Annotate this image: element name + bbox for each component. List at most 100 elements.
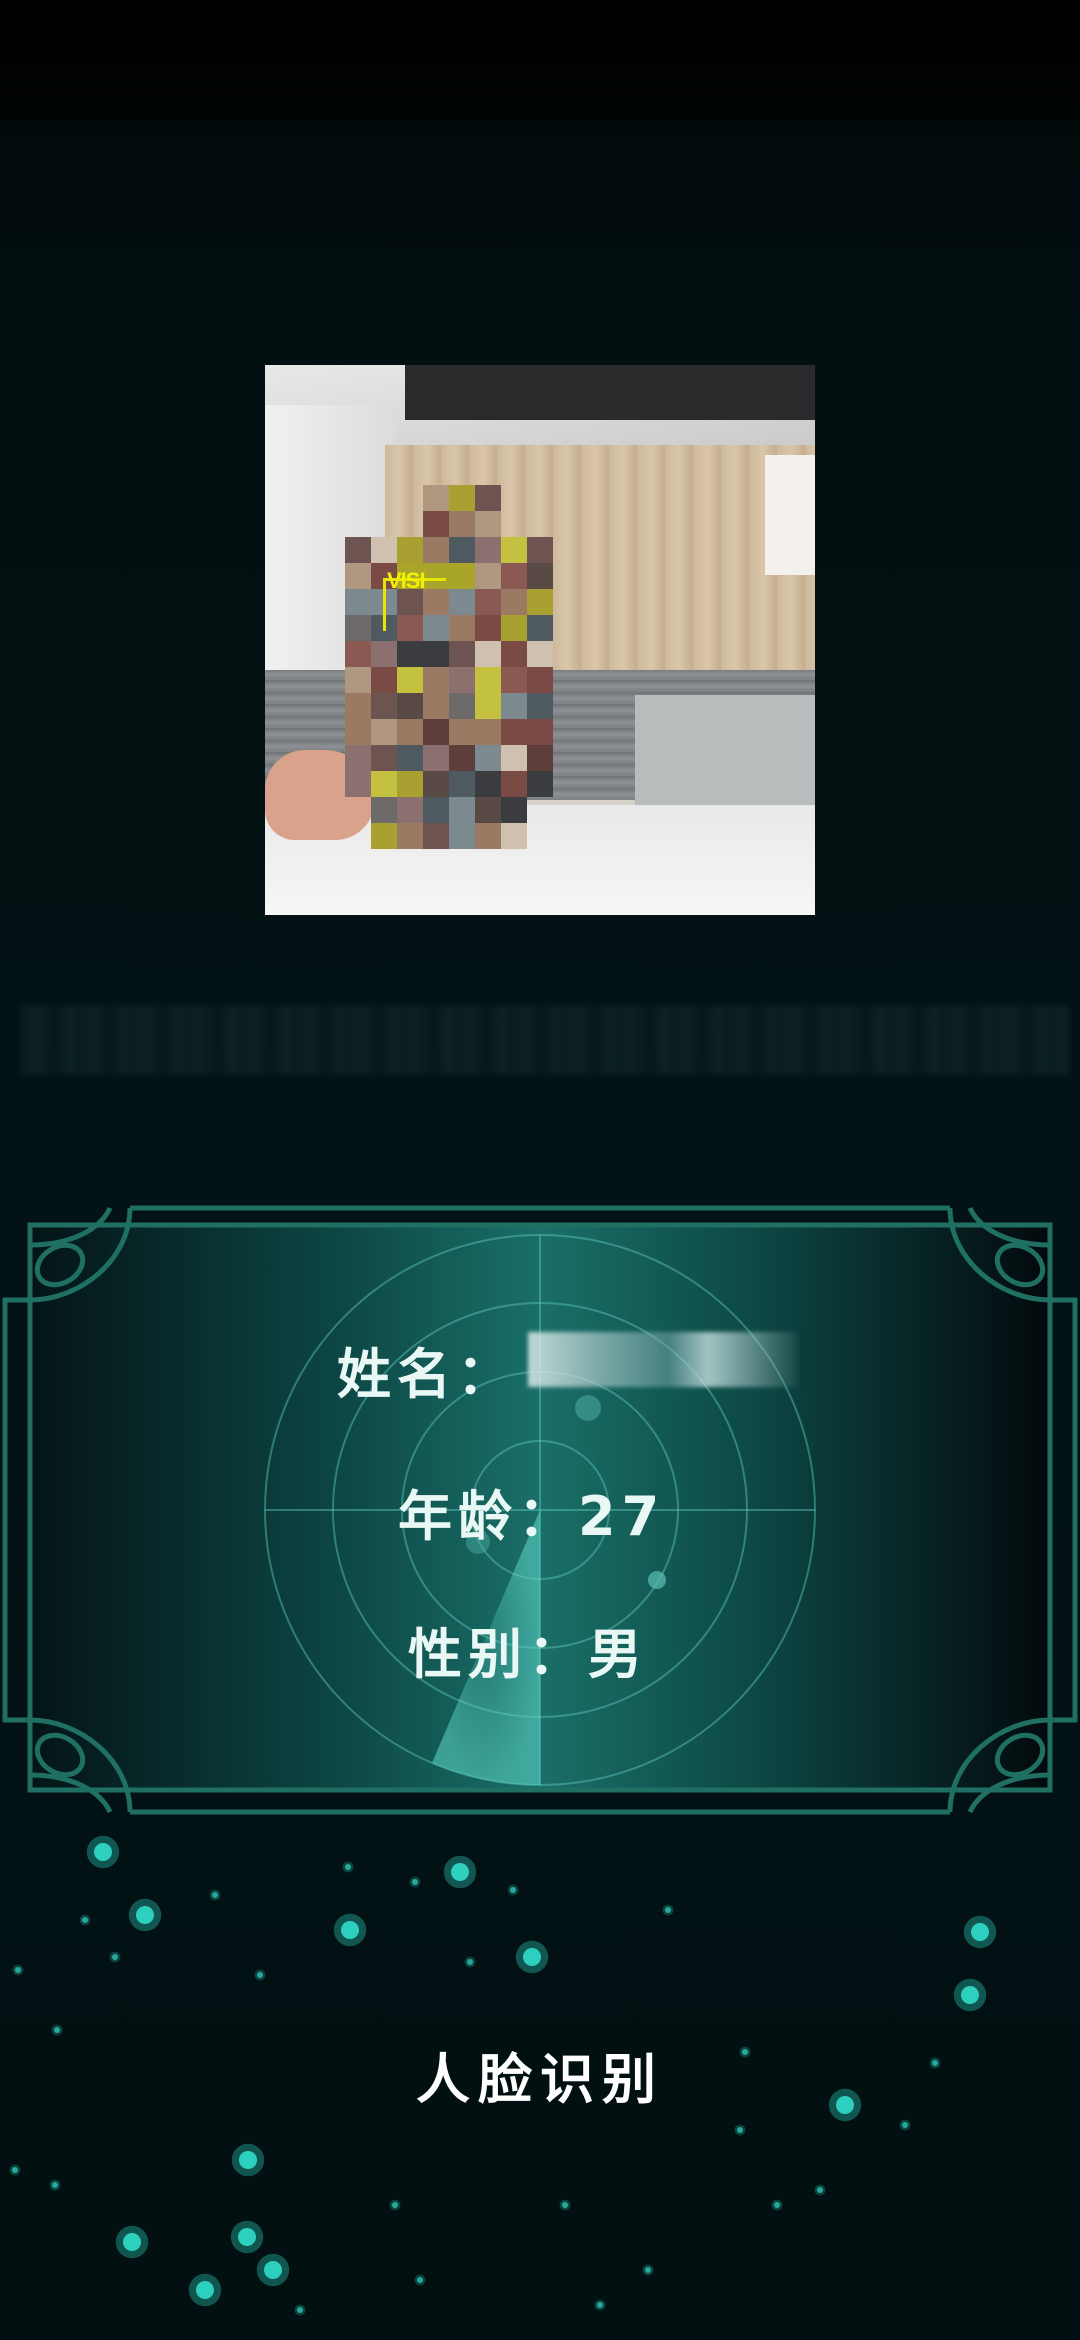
mosaic-tile	[501, 719, 527, 745]
age-label: 年龄：	[398, 1485, 578, 1548]
mosaic-tile	[371, 719, 397, 745]
sparkle-icon	[464, 1956, 476, 1968]
mosaic-tile	[345, 719, 371, 745]
redacted-text-strip	[20, 1005, 1070, 1075]
mosaic-tile	[345, 667, 371, 693]
mosaic-tile	[345, 563, 371, 589]
camera-preview: VISI	[265, 365, 815, 915]
mosaic-tile	[475, 719, 501, 745]
mosaic-tile	[423, 745, 449, 771]
gender-row: 性别：男	[408, 1610, 648, 1689]
sparkle-icon	[662, 1904, 674, 1916]
mosaic-tile	[345, 693, 371, 719]
camera-ceiling-shadow	[405, 365, 815, 420]
sparkle-icon	[209, 1889, 221, 1901]
mosaic-tile	[527, 615, 553, 641]
mosaic-tile	[527, 641, 553, 667]
sparkle-icon	[256, 2253, 290, 2287]
mosaic-tile	[423, 537, 449, 563]
mosaic-tile	[449, 745, 475, 771]
mosaic-tile	[371, 745, 397, 771]
mosaic-tile	[397, 771, 423, 797]
mosaic-tile	[527, 589, 553, 615]
mosaic-tile	[345, 537, 371, 563]
page-title: 人脸识别	[416, 2048, 664, 2111]
sparkle-icon	[389, 2199, 401, 2211]
face-recognition-screen: VISI 姓名： 年龄：27 性别：男 人脸识别	[0, 0, 1080, 2340]
mosaic-tile	[475, 797, 501, 823]
sparkle-icon	[515, 1940, 549, 1974]
mosaic-tile	[475, 485, 501, 511]
mosaic-tile	[475, 511, 501, 537]
mosaic-tile	[397, 823, 423, 849]
sparkle-icon	[79, 1914, 91, 1926]
mosaic-tile	[345, 641, 371, 667]
sparkle-icon	[333, 1913, 367, 1947]
mosaic-tile	[475, 823, 501, 849]
name-label: 姓名：	[337, 1343, 517, 1406]
sparkle-icon	[734, 2124, 746, 2136]
gender-value: 男	[588, 1623, 648, 1686]
sparkle-icon	[899, 2119, 911, 2131]
mosaic-tile	[423, 823, 449, 849]
mosaic-tile	[371, 771, 397, 797]
sparkle-icon	[594, 2299, 606, 2311]
mosaic-tile	[449, 485, 475, 511]
sparkle-icon	[953, 1978, 987, 2012]
mosaic-tile	[397, 797, 423, 823]
mosaic-tile	[475, 771, 501, 797]
mosaic-tile	[423, 511, 449, 537]
age-row: 年龄：27	[398, 1472, 665, 1551]
mosaic-tile	[345, 615, 371, 641]
sparkle-icon	[409, 1876, 421, 1888]
mosaic-tile	[449, 771, 475, 797]
mosaic-tile	[449, 823, 475, 849]
sparkle-icon	[342, 1861, 354, 1873]
mosaic-tile	[501, 823, 527, 849]
mosaic-tile	[397, 537, 423, 563]
face-detection-tag: VISI	[387, 568, 426, 593]
face-detection-box	[383, 578, 523, 718]
mosaic-tile	[527, 745, 553, 771]
mosaic-tile	[527, 537, 553, 563]
mosaic-tile	[449, 511, 475, 537]
sparkle-icon	[294, 2304, 306, 2316]
mosaic-tile	[397, 719, 423, 745]
mosaic-tile	[449, 719, 475, 745]
mosaic-tile	[501, 745, 527, 771]
mosaic-tile	[527, 563, 553, 589]
age-value: 27	[578, 1485, 666, 1548]
sparkle-icon	[414, 2274, 426, 2286]
name-value-redacted	[528, 1332, 798, 1387]
sparkle-icon	[49, 2179, 61, 2191]
sparkle-icon	[12, 1964, 24, 1976]
mosaic-tile	[527, 771, 553, 797]
camera-window	[765, 455, 815, 575]
sparkle-icon	[9, 2164, 21, 2176]
mosaic-tile	[501, 537, 527, 563]
mosaic-tile	[449, 537, 475, 563]
mosaic-tile	[371, 823, 397, 849]
mosaic-tile	[345, 771, 371, 797]
mosaic-tile	[371, 797, 397, 823]
mosaic-tile	[423, 797, 449, 823]
sparkle-icon	[814, 2184, 826, 2196]
mosaic-tile	[345, 589, 371, 615]
mosaic-tile	[423, 485, 449, 511]
sparkle-icon	[231, 2143, 265, 2177]
mosaic-tile	[475, 745, 501, 771]
sparkle-icon	[128, 1898, 162, 1932]
mosaic-tile	[397, 745, 423, 771]
sparkle-icon	[507, 1884, 519, 1896]
status-band	[0, 0, 1080, 120]
sparkle-icon	[109, 1951, 121, 1963]
sparkle-icon	[230, 2220, 264, 2254]
sparkle-icon	[115, 2225, 149, 2259]
mosaic-tile	[423, 771, 449, 797]
mosaic-tile	[371, 537, 397, 563]
recognition-result-panel: 姓名： 年龄：27 性别：男	[0, 1200, 1080, 1820]
mosaic-tile	[475, 537, 501, 563]
gender-label: 性别：	[408, 1623, 588, 1686]
sparkle-icon	[254, 1969, 266, 1981]
sparkle-icon	[771, 2199, 783, 2211]
